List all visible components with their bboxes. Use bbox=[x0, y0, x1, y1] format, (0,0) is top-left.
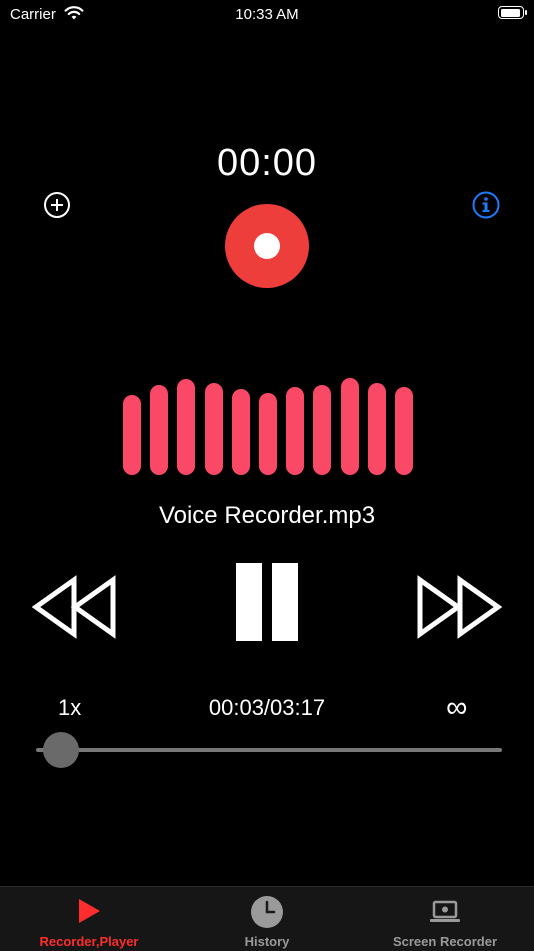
record-button[interactable] bbox=[225, 204, 309, 288]
status-bar: Carrier 10:33 AM bbox=[0, 0, 534, 30]
visualizer-bar bbox=[231, 389, 250, 475]
visualizer-bar bbox=[367, 383, 386, 475]
visualizer-bar bbox=[177, 379, 196, 475]
tab-screen-recorder[interactable]: Screen Recorder bbox=[356, 887, 534, 951]
tab-label-history: History bbox=[244, 934, 290, 949]
visualizer-bar bbox=[259, 393, 277, 475]
tab-bar: Recorder,Player History Screen Recorder bbox=[0, 886, 534, 951]
tab-label-screen-recorder: Screen Recorder bbox=[392, 934, 498, 949]
visualizer-bar bbox=[286, 387, 305, 475]
fast-forward-button[interactable] bbox=[416, 572, 504, 642]
pause-bar-right bbox=[272, 563, 298, 641]
visualizer-bar bbox=[340, 378, 359, 475]
visualizer-bar bbox=[123, 395, 141, 475]
file-name: Voice Recorder.mp3 bbox=[158, 502, 376, 529]
status-time: 10:33 AM bbox=[235, 6, 299, 23]
tab-label-recorder-player: Recorder,Player bbox=[39, 934, 139, 949]
seek-track[interactable] bbox=[36, 748, 502, 752]
tab-history[interactable]: History bbox=[178, 887, 356, 951]
tab-recorder-player[interactable]: Recorder,Player bbox=[0, 887, 178, 951]
visualizer-bar bbox=[150, 385, 169, 475]
audio-visualizer bbox=[0, 375, 534, 475]
battery-icon bbox=[498, 6, 527, 19]
clock-icon bbox=[251, 896, 283, 928]
rewind-button[interactable] bbox=[32, 572, 118, 642]
play-icon bbox=[79, 899, 100, 923]
visualizer-bar bbox=[204, 383, 223, 475]
laptop-icon bbox=[430, 900, 460, 922]
add-button[interactable] bbox=[42, 190, 72, 220]
pause-bar-left bbox=[236, 563, 262, 641]
visualizer-bar bbox=[395, 387, 413, 475]
loop-button[interactable]: ∞ bbox=[446, 691, 467, 725]
info-button[interactable] bbox=[471, 190, 501, 220]
seek-thumb[interactable] bbox=[42, 732, 79, 768]
record-dot-icon bbox=[254, 233, 280, 259]
pause-button[interactable] bbox=[234, 563, 300, 643]
recording-timer: 00:00 bbox=[216, 142, 318, 184]
visualizer-bar bbox=[313, 385, 332, 475]
